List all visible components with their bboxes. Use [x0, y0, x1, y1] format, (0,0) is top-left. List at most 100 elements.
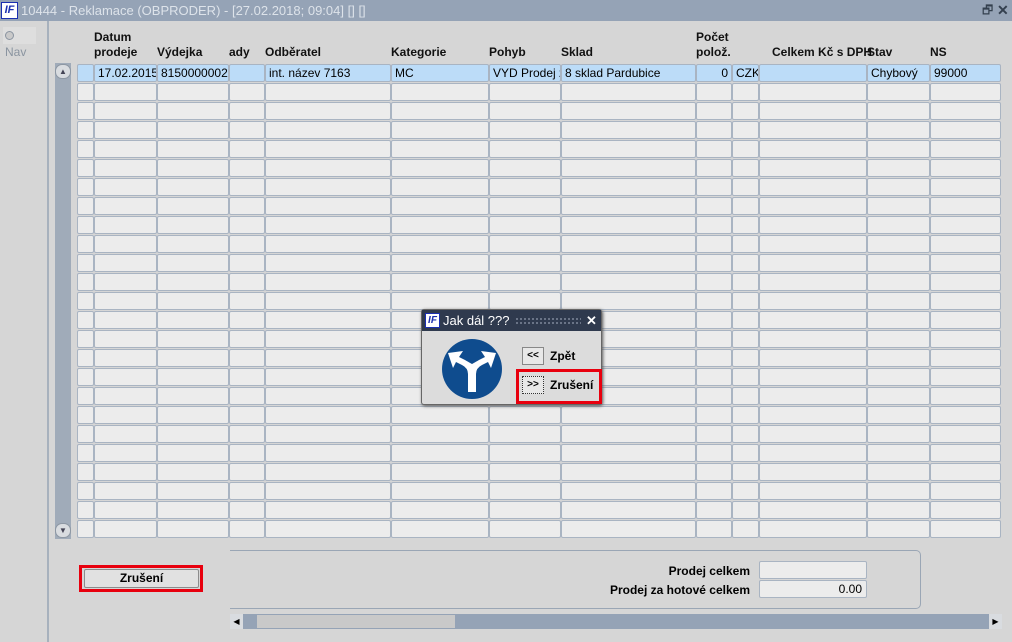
table-cell[interactable]	[391, 83, 489, 101]
row-selector[interactable]	[77, 178, 94, 196]
table-cell[interactable]	[561, 83, 696, 101]
table-cell[interactable]	[94, 83, 157, 101]
table-cell[interactable]	[867, 159, 930, 177]
table-cell[interactable]	[930, 216, 1001, 234]
table-cell[interactable]	[229, 444, 265, 462]
row-selector[interactable]	[77, 64, 94, 82]
table-cell[interactable]	[94, 254, 157, 272]
table-cell[interactable]	[759, 197, 867, 215]
table-cell[interactable]	[265, 482, 391, 500]
table-cell[interactable]	[732, 159, 759, 177]
row-selector[interactable]	[77, 254, 94, 272]
table-cell[interactable]	[157, 83, 229, 101]
table-cell[interactable]	[391, 520, 489, 538]
row-selector[interactable]	[77, 102, 94, 120]
table-cell[interactable]	[157, 140, 229, 158]
table-cell[interactable]	[930, 387, 1001, 405]
table-cell[interactable]	[94, 387, 157, 405]
table-cell[interactable]	[732, 197, 759, 215]
table-cell[interactable]	[229, 387, 265, 405]
table-cell[interactable]	[157, 349, 229, 367]
table-cell[interactable]	[696, 387, 732, 405]
table-cell[interactable]	[94, 406, 157, 424]
table-cell[interactable]	[867, 520, 930, 538]
table-cell[interactable]	[930, 330, 1001, 348]
table-cell[interactable]	[489, 235, 561, 253]
table-cell[interactable]	[157, 235, 229, 253]
row-selector[interactable]	[77, 425, 94, 443]
table-cell[interactable]	[561, 140, 696, 158]
table-cell[interactable]	[732, 520, 759, 538]
table-cell[interactable]	[391, 425, 489, 443]
table-cell[interactable]	[696, 368, 732, 386]
table-cell[interactable]	[157, 178, 229, 196]
table-cell[interactable]	[759, 463, 867, 481]
row-selector[interactable]	[77, 406, 94, 424]
table-cell[interactable]	[391, 178, 489, 196]
row-selector[interactable]	[77, 159, 94, 177]
scroll-thumb[interactable]	[257, 615, 455, 628]
table-cell[interactable]	[489, 197, 561, 215]
table-cell[interactable]	[867, 349, 930, 367]
table-cell[interactable]	[561, 102, 696, 120]
row-selector[interactable]	[77, 330, 94, 348]
table-cell[interactable]	[561, 121, 696, 139]
row-selector[interactable]	[77, 349, 94, 367]
nav-radio[interactable]: Nav	[3, 27, 36, 59]
table-cell[interactable]	[696, 235, 732, 253]
table-cell[interactable]	[391, 197, 489, 215]
table-cell[interactable]	[696, 216, 732, 234]
table-cell[interactable]	[930, 197, 1001, 215]
table-cell[interactable]	[696, 121, 732, 139]
table-cell[interactable]	[265, 311, 391, 329]
table-cell[interactable]	[94, 140, 157, 158]
table-cell[interactable]	[489, 254, 561, 272]
table-cell[interactable]	[696, 273, 732, 291]
table-cell[interactable]	[561, 425, 696, 443]
table-cell[interactable]	[732, 121, 759, 139]
table-cell[interactable]	[157, 102, 229, 120]
table-cell[interactable]	[930, 406, 1001, 424]
table-cell[interactable]	[391, 501, 489, 519]
table-cell[interactable]	[930, 463, 1001, 481]
table-cell[interactable]	[732, 387, 759, 405]
table-cell[interactable]	[759, 254, 867, 272]
table-cell[interactable]	[489, 121, 561, 139]
table-cell[interactable]	[759, 159, 867, 177]
table-cell[interactable]	[489, 482, 561, 500]
table-cell[interactable]	[157, 425, 229, 443]
table-cell[interactable]	[489, 444, 561, 462]
table-cell[interactable]	[930, 311, 1001, 329]
table-cell[interactable]	[489, 159, 561, 177]
table-cell[interactable]	[561, 235, 696, 253]
table-cell[interactable]	[265, 83, 391, 101]
table-cell[interactable]	[229, 311, 265, 329]
table-cell[interactable]	[229, 482, 265, 500]
table-cell[interactable]	[265, 216, 391, 234]
table-cell[interactable]	[157, 520, 229, 538]
table-cell[interactable]	[489, 463, 561, 481]
table-cell[interactable]	[229, 292, 265, 310]
table-cell[interactable]	[732, 273, 759, 291]
table-cell[interactable]	[561, 444, 696, 462]
table-cell[interactable]	[759, 482, 867, 500]
table-cell[interactable]	[157, 501, 229, 519]
prodej-hotove-field[interactable]: 0.00	[759, 580, 867, 598]
row-selector[interactable]	[77, 368, 94, 386]
table-cell[interactable]	[696, 254, 732, 272]
table-cell[interactable]	[759, 102, 867, 120]
table-cell[interactable]	[265, 102, 391, 120]
table-cell[interactable]	[94, 482, 157, 500]
table-cell[interactable]	[94, 216, 157, 234]
table-cell[interactable]	[930, 444, 1001, 462]
table-cell[interactable]	[229, 216, 265, 234]
table-cell[interactable]	[229, 463, 265, 481]
table-cell[interactable]	[391, 121, 489, 139]
table-cell[interactable]	[867, 121, 930, 139]
table-cell[interactable]	[759, 64, 867, 82]
table-cell[interactable]	[229, 64, 265, 82]
row-selector[interactable]	[77, 387, 94, 405]
table-cell[interactable]	[229, 330, 265, 348]
table-cell[interactable]	[157, 159, 229, 177]
table-cell[interactable]	[265, 254, 391, 272]
